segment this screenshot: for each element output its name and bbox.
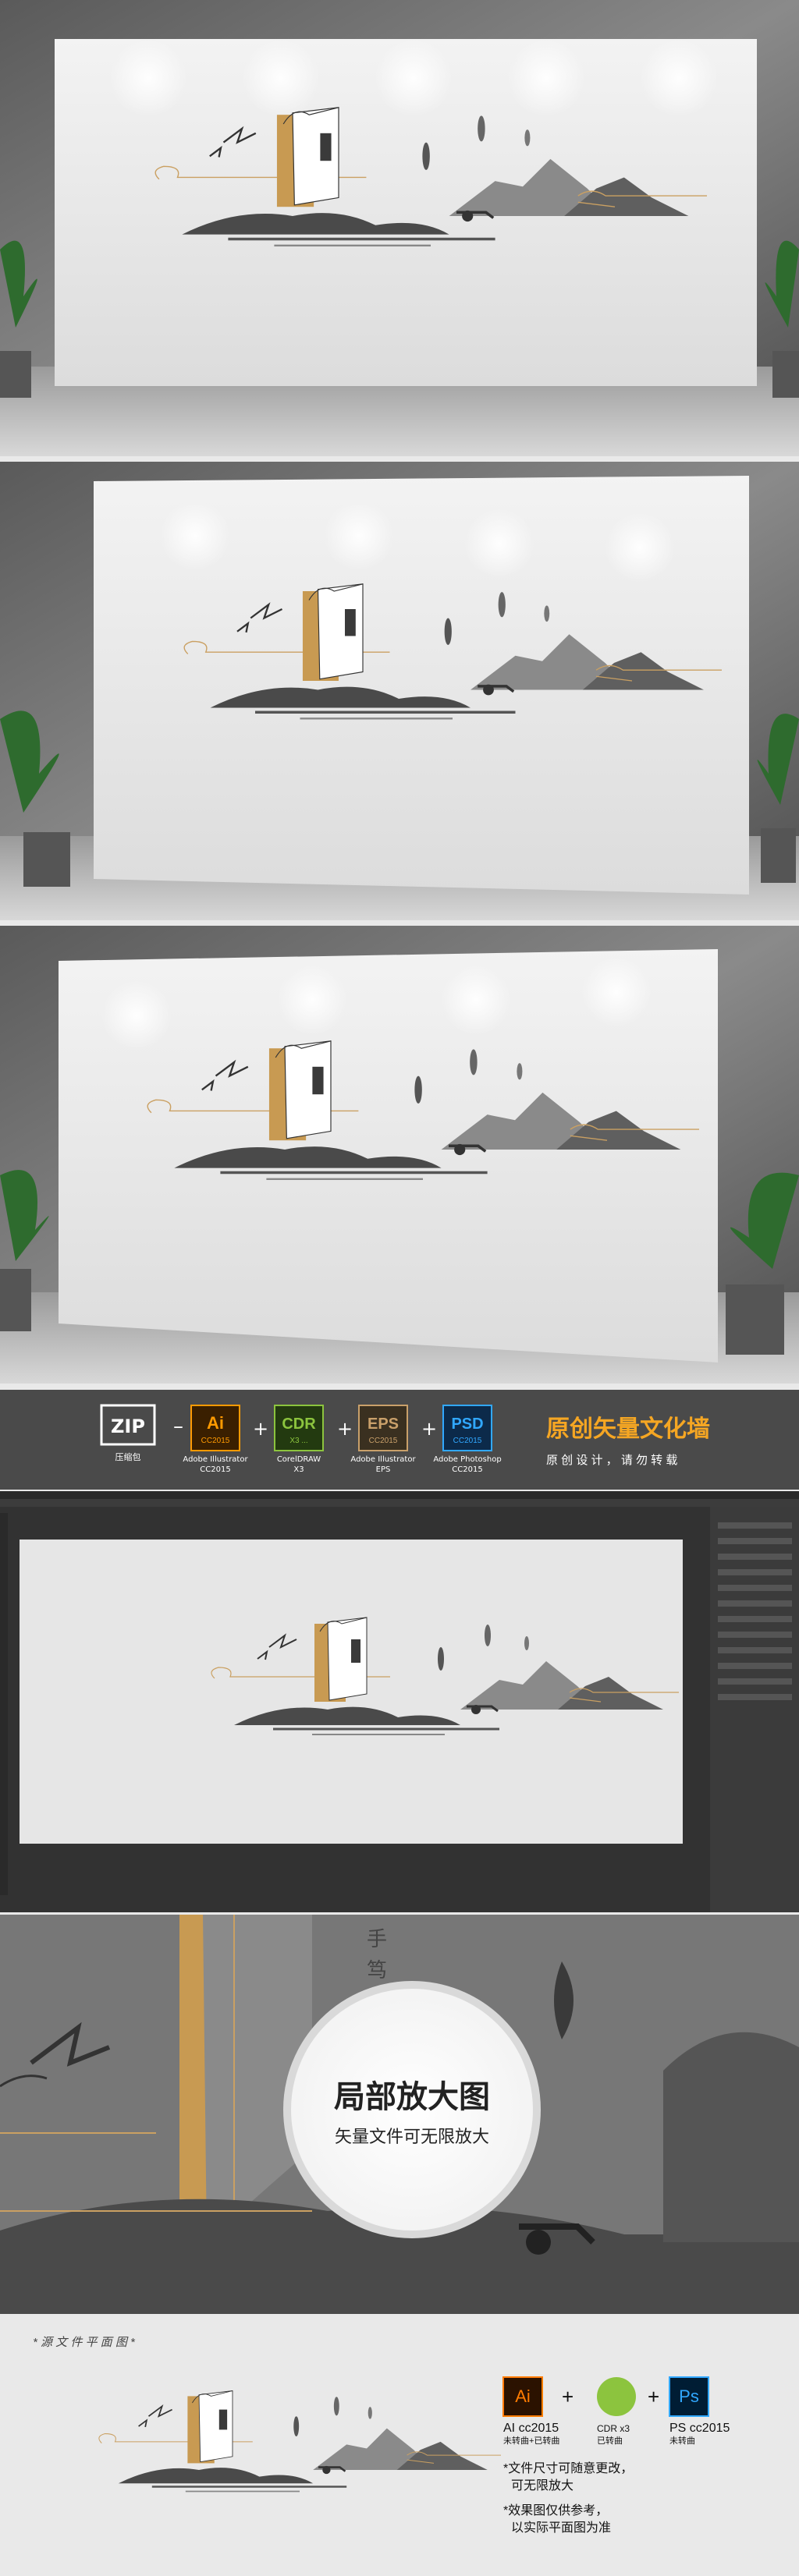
svg-text:+: + bbox=[562, 2385, 574, 2408]
svg-text:ZIP: ZIP bbox=[111, 1416, 145, 1437]
cdr-badge: CDR X3 ... CorelDRAW X3 bbox=[274, 1405, 324, 1474]
svg-text:PSD: PSD bbox=[451, 1416, 483, 1433]
illustrator-workspace bbox=[0, 1491, 799, 1912]
mockup-scene-2 bbox=[0, 462, 799, 920]
psd-badge: PSD CC2015 Adobe Photoshop CC2015 bbox=[433, 1405, 502, 1474]
svg-text:CC2015: CC2015 bbox=[452, 1465, 482, 1474]
svg-text:PS cc2015: PS cc2015 bbox=[669, 2422, 730, 2435]
svg-text:AI cc2015: AI cc2015 bbox=[503, 2422, 559, 2435]
footer-panel: * 源 文 件 平 面 图 * Ai AI cc2015 未转曲+已转曲 + C… bbox=[0, 2315, 799, 2576]
mockup-scene-1 bbox=[0, 0, 799, 456]
file-formats-graphic: ZIP 压缩包 – Ai CC2015 Adobe Illustrator CC… bbox=[100, 1404, 710, 1474]
file-formats-bar: ZIP 压缩包 – Ai CC2015 Adobe Illustrator CC… bbox=[0, 1390, 799, 1490]
formats-subtitle: 原 创 设 计 ， 请 勿 转 载 bbox=[546, 1454, 677, 1467]
svg-text:CDR: CDR bbox=[282, 1416, 316, 1433]
svg-text:Ps: Ps bbox=[679, 2386, 699, 2406]
svg-text:手: 手 bbox=[367, 1928, 387, 1951]
svg-text:*效果图仅供参考，: *效果图仅供参考， bbox=[503, 2503, 608, 2518]
svg-text:*文件尺寸可随意更改，: *文件尺寸可随意更改， bbox=[503, 2461, 633, 2475]
footer-graphic: * 源 文 件 平 面 图 * Ai AI cc2015 未转曲+已转曲 + C… bbox=[33, 2336, 730, 2535]
svg-text:+: + bbox=[421, 1418, 437, 1440]
svg-text:–: – bbox=[173, 1415, 183, 1438]
svg-text:Ai: Ai bbox=[515, 2386, 531, 2406]
svg-text:可无限放大: 可无限放大 bbox=[511, 2479, 574, 2493]
svg-text:+: + bbox=[648, 2385, 659, 2408]
ai-icon: Ai AI cc2015 未转曲+已转曲 bbox=[502, 2376, 559, 2446]
svg-text:Adobe Illustrator: Adobe Illustrator bbox=[183, 1455, 248, 1464]
svg-text:Ai: Ai bbox=[207, 1413, 224, 1433]
svg-text:CC2015: CC2015 bbox=[453, 1437, 482, 1445]
svg-text:CDR x3: CDR x3 bbox=[597, 2423, 630, 2434]
ai-badge: Ai CC2015 Adobe Illustrator CC2015 bbox=[183, 1405, 248, 1474]
svg-text:CC2015: CC2015 bbox=[201, 1437, 230, 1445]
layers-panel bbox=[710, 1507, 799, 1912]
svg-text:X3: X3 bbox=[293, 1465, 304, 1474]
ps-icon: Ps PS cc2015 未转曲 bbox=[669, 2376, 730, 2446]
eps-badge: EPS CC2015 Adobe Illustrator EPS bbox=[350, 1405, 416, 1474]
svg-text:CC2015: CC2015 bbox=[200, 1465, 230, 1474]
svg-text:未转曲: 未转曲 bbox=[669, 2435, 695, 2446]
svg-text:EPS: EPS bbox=[376, 1465, 391, 1474]
zoom-detail: 手 笃 行 乐 局部放大图 矢量文件可无限放大 bbox=[0, 1915, 799, 2314]
svg-text:Adobe Photoshop: Adobe Photoshop bbox=[433, 1455, 501, 1464]
svg-text:以实际平面图为准: 以实际平面图为准 bbox=[511, 2521, 611, 2535]
mockup-scene-3 bbox=[0, 926, 799, 1384]
workspace-graphic bbox=[0, 1491, 799, 1912]
mockup-view-3 bbox=[0, 926, 799, 1384]
svg-text:X3 ...: X3 ... bbox=[289, 1437, 307, 1445]
svg-text:压缩包: 压缩包 bbox=[115, 1452, 141, 1462]
mockup-view-2 bbox=[0, 462, 799, 920]
svg-text:+: + bbox=[337, 1418, 353, 1440]
flat-plan-label: * 源 文 件 平 面 图 * bbox=[33, 2336, 136, 2349]
svg-text:Adobe Illustrator: Adobe Illustrator bbox=[350, 1455, 416, 1464]
zoom-title: 局部放大图 bbox=[334, 2080, 490, 2114]
zip-badge: ZIP 压缩包 bbox=[100, 1404, 156, 1462]
formats-title: 原创矢量文化墙 bbox=[546, 1416, 710, 1442]
svg-text:CC2015: CC2015 bbox=[369, 1437, 398, 1445]
svg-text:CorelDRAW: CorelDRAW bbox=[277, 1455, 321, 1464]
svg-text:已转曲: 已转曲 bbox=[597, 2435, 623, 2446]
svg-text:未转曲+已转曲: 未转曲+已转曲 bbox=[503, 2435, 559, 2446]
svg-text:笃: 笃 bbox=[367, 1959, 387, 1982]
zoom-subtitle: 矢量文件可无限放大 bbox=[335, 2127, 489, 2146]
zoom-graphic: 手 笃 行 乐 局部放大图 矢量文件可无限放大 bbox=[0, 1915, 799, 2314]
cdr-icon: CDR x3 已转曲 bbox=[597, 2377, 636, 2446]
svg-text:+: + bbox=[253, 1418, 268, 1440]
mockup-view-1 bbox=[0, 0, 799, 456]
svg-text:EPS: EPS bbox=[368, 1416, 399, 1433]
